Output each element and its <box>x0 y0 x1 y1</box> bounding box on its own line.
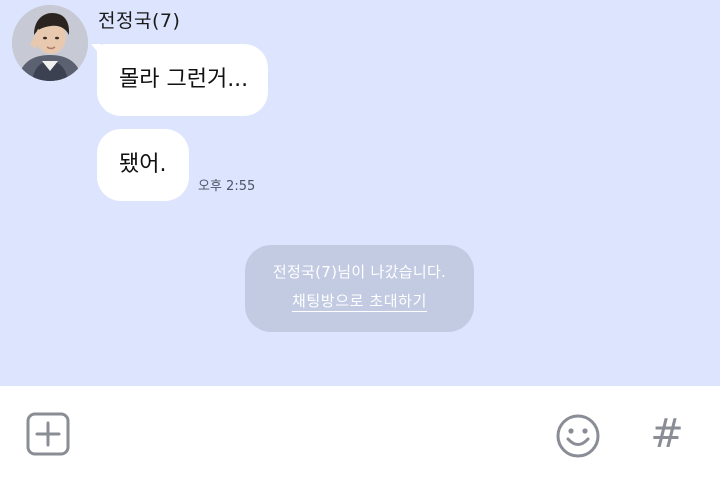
smiley-icon <box>556 414 600 458</box>
message-text: 됐어. <box>119 152 167 177</box>
message-bubble[interactable]: 몰라 그런거... <box>91 44 268 116</box>
notice-text: 전정국(7)님이 나갔습니다. <box>272 263 447 281</box>
sender-avatar[interactable] <box>12 5 88 81</box>
emoji-button[interactable] <box>552 410 604 462</box>
message-bubble[interactable]: 됐어. <box>97 129 189 201</box>
message-text: 몰라 그런거... <box>119 67 249 92</box>
system-notice: 전정국(7)님이 나갔습니다. 채팅방으로 초대하기 <box>245 245 474 332</box>
avatar-photo <box>12 5 88 81</box>
add-button[interactable] <box>24 410 72 458</box>
hash-icon: # <box>650 411 684 457</box>
hashtag-search-button[interactable]: # <box>644 410 690 458</box>
sender-name: 전정국(7) <box>98 10 181 32</box>
message-timestamp: 오후 2:55 <box>198 179 256 194</box>
invite-to-chat-link[interactable]: 채팅방으로 초대하기 <box>292 292 427 312</box>
chat-area: 전정국(7) 몰라 그런거... 됐어. 오후 2:55 전정국(7)님이 나갔… <box>0 0 720 386</box>
input-bar: # <box>0 386 720 482</box>
plus-square-icon <box>26 412 70 456</box>
